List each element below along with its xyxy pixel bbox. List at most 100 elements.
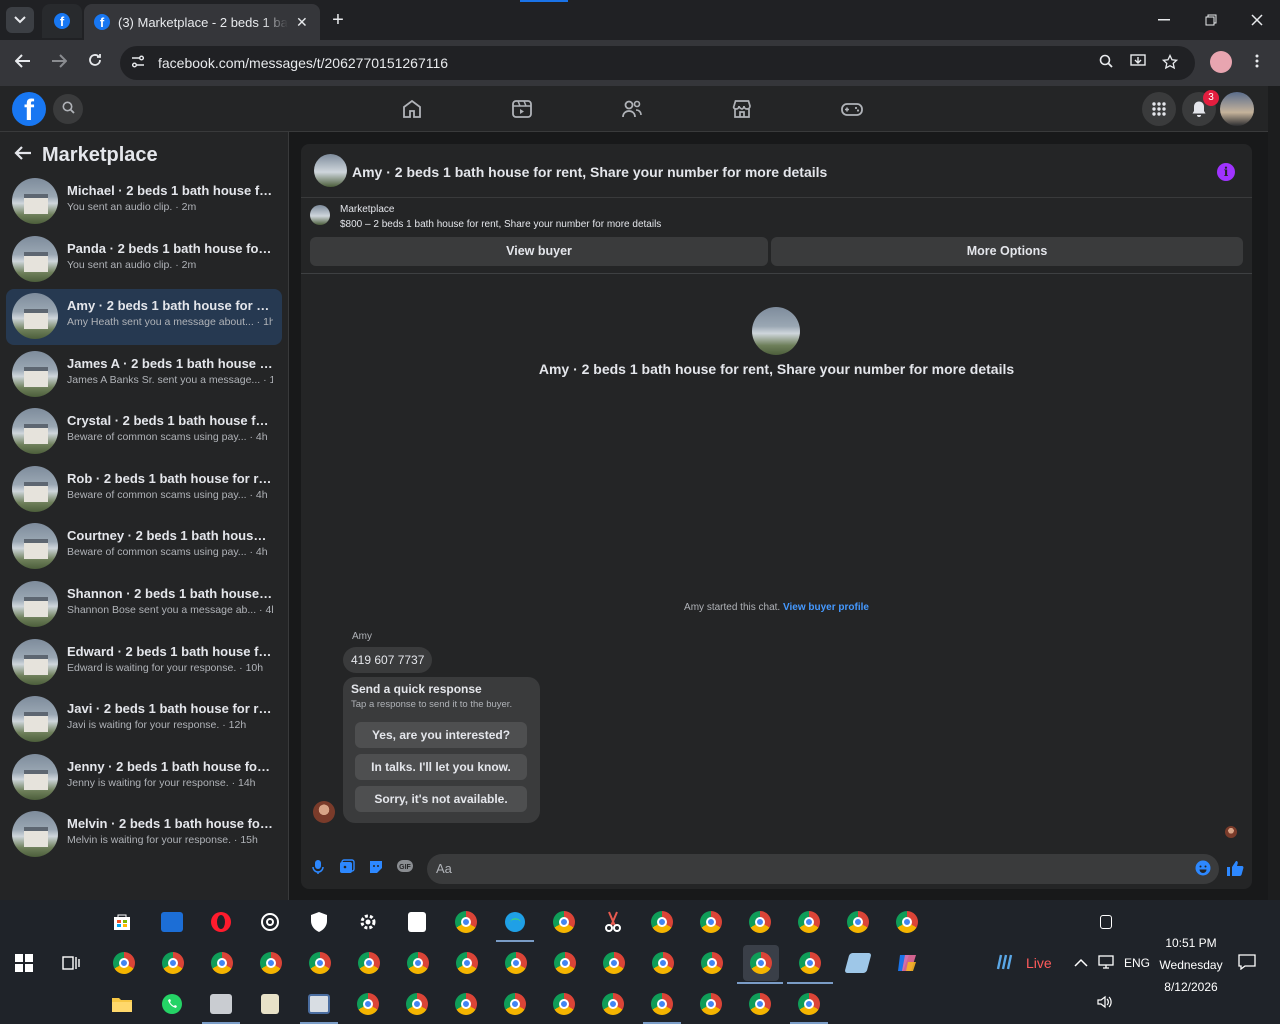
menu-button[interactable] bbox=[1142, 92, 1176, 126]
chrome-icon[interactable] bbox=[795, 908, 823, 936]
message-input[interactable]: Aa bbox=[427, 854, 1219, 884]
account-avatar[interactable] bbox=[1220, 92, 1254, 126]
chrome-icon[interactable] bbox=[306, 949, 334, 977]
zoom-icon[interactable] bbox=[1096, 54, 1116, 74]
show-hidden-icons[interactable] bbox=[1074, 955, 1088, 971]
conversation-item[interactable]: Rob · 2 beds 1 bath house for rent,... Be… bbox=[6, 462, 282, 518]
windows-start-icon[interactable] bbox=[10, 949, 38, 977]
listing-avatar[interactable] bbox=[314, 154, 347, 187]
chrome-icon[interactable] bbox=[648, 990, 676, 1018]
conversation-item[interactable]: Courtney · 2 beds 1 bath house for... Bew… bbox=[6, 519, 282, 575]
language-indicator[interactable]: ENG bbox=[1124, 956, 1150, 970]
page-scrollbar[interactable] bbox=[1268, 86, 1280, 900]
chrome-icon[interactable] bbox=[550, 908, 578, 936]
chrome-icon[interactable] bbox=[208, 949, 236, 977]
conversation-item[interactable]: Shannon · 2 beds 1 bath house for ... Sha… bbox=[6, 577, 282, 633]
site-info-icon[interactable] bbox=[130, 54, 148, 72]
quick-reply-interested[interactable]: Yes, are you interested? bbox=[355, 722, 527, 748]
chrome-icon[interactable] bbox=[698, 949, 726, 977]
chrome-icon[interactable] bbox=[844, 908, 872, 936]
remote-app-icon[interactable] bbox=[158, 908, 186, 936]
conversation-item[interactable]: Crystal · 2 beds 1 bath house for re... B… bbox=[6, 404, 282, 460]
message-bubble[interactable]: 419 607 7737 bbox=[343, 647, 433, 673]
back-arrow-icon[interactable] bbox=[14, 144, 32, 167]
minimize-button[interactable] bbox=[1141, 0, 1187, 40]
conversation-item[interactable]: Jenny · 2 beds 1 bath house for re... Jen… bbox=[6, 750, 282, 806]
like-icon[interactable] bbox=[1226, 859, 1244, 877]
notification-center-icon[interactable] bbox=[1238, 954, 1256, 973]
opera-icon[interactable] bbox=[207, 908, 235, 936]
volume-icon[interactable] bbox=[1097, 995, 1113, 1012]
task-view-icon[interactable] bbox=[57, 949, 85, 977]
spreadsheet-icon[interactable] bbox=[256, 990, 284, 1018]
clock[interactable]: 10:51 PM Wednesday 8/12/2026 bbox=[1156, 932, 1226, 998]
store-app-icon[interactable] bbox=[108, 908, 136, 936]
back-button[interactable] bbox=[12, 52, 34, 74]
photo-icon[interactable] bbox=[338, 859, 356, 877]
chrome-menu-button[interactable] bbox=[1246, 52, 1268, 74]
video-nav-icon[interactable] bbox=[510, 97, 534, 121]
chrome-icon[interactable] bbox=[599, 990, 627, 1018]
chrome-icon[interactable] bbox=[697, 990, 725, 1018]
emoji-icon[interactable] bbox=[1194, 860, 1212, 878]
chrome-icon[interactable] bbox=[746, 990, 774, 1018]
chrome-icon[interactable] bbox=[453, 949, 481, 977]
chat-title[interactable]: Amy · 2 beds 1 bath house for rent, Shar… bbox=[352, 164, 827, 180]
chrome-icon[interactable] bbox=[257, 949, 285, 977]
chrome-icon[interactable] bbox=[404, 949, 432, 977]
conversation-item[interactable]: Amy · 2 beds 1 bath house for rent... Amy… bbox=[6, 289, 282, 345]
chrome-icon-active[interactable] bbox=[743, 945, 779, 981]
bookmark-star-icon[interactable] bbox=[1160, 53, 1180, 74]
conversation-item[interactable]: Panda · 2 beds 1 bath house for re... You… bbox=[6, 232, 282, 288]
contacts-app-icon[interactable] bbox=[305, 990, 333, 1018]
more-options-button[interactable]: More Options bbox=[771, 237, 1243, 266]
chrome-icon[interactable] bbox=[501, 990, 529, 1018]
copilot-icon[interactable] bbox=[893, 949, 921, 977]
edge-icon[interactable] bbox=[501, 908, 529, 936]
profile-avatar[interactable] bbox=[1210, 51, 1232, 73]
notes-app-icon[interactable] bbox=[844, 949, 872, 977]
chrome-icon[interactable] bbox=[403, 990, 431, 1018]
conversation-item[interactable]: Javi · 2 beds 1 bath house for rent, ...… bbox=[6, 692, 282, 748]
chrome-icon[interactable] bbox=[600, 949, 628, 977]
chrome-icon[interactable] bbox=[354, 990, 382, 1018]
settings-icon[interactable] bbox=[354, 908, 382, 936]
sticker-icon[interactable] bbox=[367, 859, 385, 877]
search-button[interactable] bbox=[53, 94, 83, 124]
chrome-icon[interactable] bbox=[550, 990, 578, 1018]
listing-banner[interactable]: Marketplace $800 – 2 beds 1 bath house f… bbox=[301, 198, 1252, 236]
facebook-logo-icon[interactable]: f bbox=[12, 92, 46, 127]
gif-icon[interactable]: GIF bbox=[396, 859, 414, 877]
snipping-tool-icon[interactable] bbox=[599, 908, 627, 936]
chrome-icon[interactable] bbox=[648, 908, 676, 936]
solitaire-icon[interactable] bbox=[403, 908, 431, 936]
friends-nav-icon[interactable] bbox=[620, 97, 644, 121]
chrome-icon[interactable] bbox=[452, 908, 480, 936]
home-nav-icon[interactable] bbox=[400, 97, 424, 121]
quick-reply-not-available[interactable]: Sorry, it's not available. bbox=[355, 786, 527, 812]
chrome-icon[interactable] bbox=[697, 908, 725, 936]
address-bar[interactable]: facebook.com/messages/t/2062770151267116 bbox=[120, 46, 1195, 80]
chrome-icon[interactable] bbox=[452, 990, 480, 1018]
chrome-icon[interactable] bbox=[551, 949, 579, 977]
gaming-nav-icon[interactable] bbox=[840, 97, 864, 121]
chrome-icon[interactable] bbox=[795, 990, 823, 1018]
quick-reply-in-talks[interactable]: In talks. I'll let you know. bbox=[355, 754, 527, 780]
marketplace-nav-icon[interactable] bbox=[730, 97, 754, 121]
chrome-icon[interactable] bbox=[502, 949, 530, 977]
whatsapp-icon[interactable] bbox=[158, 990, 186, 1018]
live-label[interactable]: Live bbox=[1026, 955, 1052, 971]
chrome-icon[interactable] bbox=[110, 949, 138, 977]
view-buyer-profile-link[interactable]: View buyer profile bbox=[783, 602, 869, 613]
new-tab-button[interactable]: + bbox=[326, 9, 350, 33]
restore-button[interactable] bbox=[1188, 0, 1234, 40]
conversation-item[interactable]: Edward · 2 beds 1 bath house for r... Edw… bbox=[6, 635, 282, 691]
file-explorer-icon[interactable] bbox=[108, 990, 136, 1018]
close-tab-icon[interactable]: ✕ bbox=[296, 14, 308, 31]
chrome-icon[interactable] bbox=[159, 949, 187, 977]
chrome-icon[interactable] bbox=[649, 949, 677, 977]
tab-marketplace[interactable]: f (3) Marketplace - 2 beds 1 bath ✕ bbox=[84, 4, 320, 40]
weather-icon[interactable] bbox=[994, 951, 1016, 976]
chrome-icon[interactable] bbox=[796, 949, 824, 977]
chrome-icon[interactable] bbox=[893, 908, 921, 936]
